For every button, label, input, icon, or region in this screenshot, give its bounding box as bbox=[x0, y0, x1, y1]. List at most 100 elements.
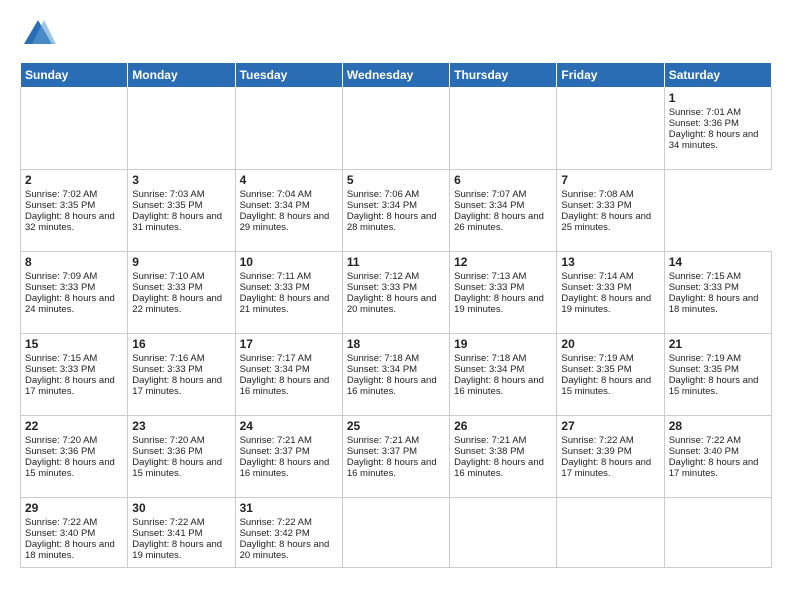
sunrise-label: Sunrise: 7:22 AM bbox=[561, 435, 633, 446]
calendar-cell: 27 Sunrise: 7:22 AM Sunset: 3:39 PM Dayl… bbox=[557, 416, 664, 498]
sunrise-label: Sunrise: 7:17 AM bbox=[240, 353, 312, 364]
day-number: 12 bbox=[454, 255, 552, 269]
sunrise-label: Sunrise: 7:19 AM bbox=[561, 353, 633, 364]
calendar-cell: 3 Sunrise: 7:03 AM Sunset: 3:35 PM Dayli… bbox=[128, 170, 235, 252]
sunrise-label: Sunrise: 7:06 AM bbox=[347, 189, 419, 200]
calendar-cell: 5 Sunrise: 7:06 AM Sunset: 3:34 PM Dayli… bbox=[342, 170, 449, 252]
day-number: 22 bbox=[25, 419, 123, 433]
sunset-label: Sunset: 3:38 PM bbox=[454, 446, 524, 457]
sunset-label: Sunset: 3:33 PM bbox=[132, 282, 202, 293]
sunrise-label: Sunrise: 7:04 AM bbox=[240, 189, 312, 200]
calendar-cell: 16 Sunrise: 7:16 AM Sunset: 3:33 PM Dayl… bbox=[128, 334, 235, 416]
calendar-cell: 8 Sunrise: 7:09 AM Sunset: 3:33 PM Dayli… bbox=[21, 252, 128, 334]
sunset-label: Sunset: 3:35 PM bbox=[25, 200, 95, 211]
daylight-label: Daylight: 8 hours and 21 minutes. bbox=[240, 293, 330, 315]
sunset-label: Sunset: 3:40 PM bbox=[25, 528, 95, 539]
daylight-label: Daylight: 8 hours and 15 minutes. bbox=[669, 375, 759, 397]
sunset-label: Sunset: 3:33 PM bbox=[132, 364, 202, 375]
calendar-cell bbox=[664, 498, 771, 568]
calendar-cell: 7 Sunrise: 7:08 AM Sunset: 3:33 PM Dayli… bbox=[557, 170, 664, 252]
col-header-wednesday: Wednesday bbox=[342, 63, 449, 88]
calendar-week-4: 22 Sunrise: 7:20 AM Sunset: 3:36 PM Dayl… bbox=[21, 416, 772, 498]
calendar-cell: 18 Sunrise: 7:18 AM Sunset: 3:34 PM Dayl… bbox=[342, 334, 449, 416]
calendar-cell: 29 Sunrise: 7:22 AM Sunset: 3:40 PM Dayl… bbox=[21, 498, 128, 568]
calendar-cell: 6 Sunrise: 7:07 AM Sunset: 3:34 PM Dayli… bbox=[450, 170, 557, 252]
calendar-cell: 11 Sunrise: 7:12 AM Sunset: 3:33 PM Dayl… bbox=[342, 252, 449, 334]
calendar-week-1: 2 Sunrise: 7:02 AM Sunset: 3:35 PM Dayli… bbox=[21, 170, 772, 252]
sunset-label: Sunset: 3:33 PM bbox=[347, 282, 417, 293]
calendar-cell: 13 Sunrise: 7:14 AM Sunset: 3:33 PM Dayl… bbox=[557, 252, 664, 334]
calendar-cell bbox=[235, 88, 342, 170]
day-number: 11 bbox=[347, 255, 445, 269]
day-number: 9 bbox=[132, 255, 230, 269]
calendar-week-0: 1 Sunrise: 7:01 AM Sunset: 3:36 PM Dayli… bbox=[21, 88, 772, 170]
daylight-label: Daylight: 8 hours and 16 minutes. bbox=[240, 457, 330, 479]
calendar-cell: 24 Sunrise: 7:21 AM Sunset: 3:37 PM Dayl… bbox=[235, 416, 342, 498]
sunset-label: Sunset: 3:36 PM bbox=[132, 446, 202, 457]
col-header-monday: Monday bbox=[128, 63, 235, 88]
daylight-label: Daylight: 8 hours and 20 minutes. bbox=[240, 539, 330, 561]
day-number: 6 bbox=[454, 173, 552, 187]
sunset-label: Sunset: 3:39 PM bbox=[561, 446, 631, 457]
calendar-week-5: 29 Sunrise: 7:22 AM Sunset: 3:40 PM Dayl… bbox=[21, 498, 772, 568]
calendar-cell: 26 Sunrise: 7:21 AM Sunset: 3:38 PM Dayl… bbox=[450, 416, 557, 498]
daylight-label: Daylight: 8 hours and 16 minutes. bbox=[347, 457, 437, 479]
daylight-label: Daylight: 8 hours and 16 minutes. bbox=[454, 375, 544, 397]
calendar-cell bbox=[342, 88, 449, 170]
day-number: 16 bbox=[132, 337, 230, 351]
calendar-cell bbox=[450, 498, 557, 568]
sunrise-label: Sunrise: 7:21 AM bbox=[240, 435, 312, 446]
sunrise-label: Sunrise: 7:22 AM bbox=[669, 435, 741, 446]
sunrise-label: Sunrise: 7:22 AM bbox=[240, 517, 312, 528]
sunset-label: Sunset: 3:34 PM bbox=[454, 364, 524, 375]
daylight-label: Daylight: 8 hours and 15 minutes. bbox=[561, 375, 651, 397]
day-number: 27 bbox=[561, 419, 659, 433]
page: SundayMondayTuesdayWednesdayThursdayFrid… bbox=[0, 0, 792, 612]
sunrise-label: Sunrise: 7:13 AM bbox=[454, 271, 526, 282]
daylight-label: Daylight: 8 hours and 19 minutes. bbox=[561, 293, 651, 315]
daylight-label: Daylight: 8 hours and 15 minutes. bbox=[132, 457, 222, 479]
calendar-cell: 19 Sunrise: 7:18 AM Sunset: 3:34 PM Dayl… bbox=[450, 334, 557, 416]
day-number: 5 bbox=[347, 173, 445, 187]
sunset-label: Sunset: 3:40 PM bbox=[669, 446, 739, 457]
calendar-cell: 25 Sunrise: 7:21 AM Sunset: 3:37 PM Dayl… bbox=[342, 416, 449, 498]
day-number: 1 bbox=[669, 91, 767, 105]
calendar-cell bbox=[128, 88, 235, 170]
day-number: 25 bbox=[347, 419, 445, 433]
calendar-cell: 9 Sunrise: 7:10 AM Sunset: 3:33 PM Dayli… bbox=[128, 252, 235, 334]
daylight-label: Daylight: 8 hours and 34 minutes. bbox=[669, 129, 759, 151]
day-number: 10 bbox=[240, 255, 338, 269]
sunrise-label: Sunrise: 7:20 AM bbox=[132, 435, 204, 446]
sunrise-label: Sunrise: 7:16 AM bbox=[132, 353, 204, 364]
day-number: 8 bbox=[25, 255, 123, 269]
sunrise-label: Sunrise: 7:18 AM bbox=[454, 353, 526, 364]
sunset-label: Sunset: 3:36 PM bbox=[669, 118, 739, 129]
daylight-label: Daylight: 8 hours and 17 minutes. bbox=[25, 375, 115, 397]
sunset-label: Sunset: 3:35 PM bbox=[132, 200, 202, 211]
sunrise-label: Sunrise: 7:03 AM bbox=[132, 189, 204, 200]
calendar-cell: 15 Sunrise: 7:15 AM Sunset: 3:33 PM Dayl… bbox=[21, 334, 128, 416]
sunrise-label: Sunrise: 7:14 AM bbox=[561, 271, 633, 282]
daylight-label: Daylight: 8 hours and 31 minutes. bbox=[132, 211, 222, 233]
day-number: 13 bbox=[561, 255, 659, 269]
day-number: 2 bbox=[25, 173, 123, 187]
calendar-cell: 14 Sunrise: 7:15 AM Sunset: 3:33 PM Dayl… bbox=[664, 252, 771, 334]
daylight-label: Daylight: 8 hours and 29 minutes. bbox=[240, 211, 330, 233]
sunset-label: Sunset: 3:33 PM bbox=[25, 282, 95, 293]
calendar-cell: 12 Sunrise: 7:13 AM Sunset: 3:33 PM Dayl… bbox=[450, 252, 557, 334]
calendar-cell bbox=[557, 498, 664, 568]
sunset-label: Sunset: 3:33 PM bbox=[669, 282, 739, 293]
calendar-cell: 28 Sunrise: 7:22 AM Sunset: 3:40 PM Dayl… bbox=[664, 416, 771, 498]
sunrise-label: Sunrise: 7:21 AM bbox=[347, 435, 419, 446]
calendar-week-2: 8 Sunrise: 7:09 AM Sunset: 3:33 PM Dayli… bbox=[21, 252, 772, 334]
sunset-label: Sunset: 3:33 PM bbox=[561, 200, 631, 211]
day-number: 4 bbox=[240, 173, 338, 187]
calendar-header-row: SundayMondayTuesdayWednesdayThursdayFrid… bbox=[21, 63, 772, 88]
sunset-label: Sunset: 3:33 PM bbox=[561, 282, 631, 293]
day-number: 24 bbox=[240, 419, 338, 433]
sunset-label: Sunset: 3:34 PM bbox=[240, 364, 310, 375]
sunset-label: Sunset: 3:37 PM bbox=[240, 446, 310, 457]
daylight-label: Daylight: 8 hours and 16 minutes. bbox=[240, 375, 330, 397]
day-number: 15 bbox=[25, 337, 123, 351]
sunset-label: Sunset: 3:34 PM bbox=[454, 200, 524, 211]
